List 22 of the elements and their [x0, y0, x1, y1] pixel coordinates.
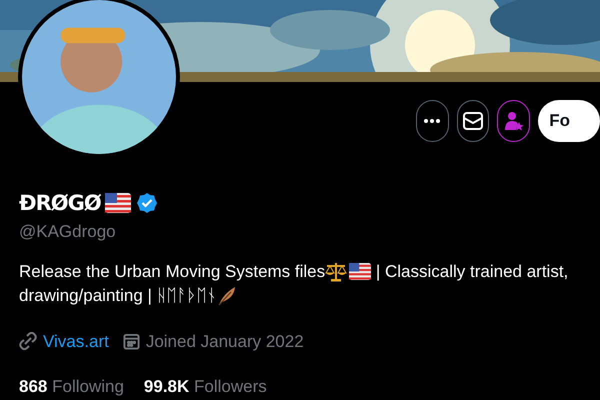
website-link[interactable]: Vivas.art [43, 328, 109, 354]
more-button[interactable] [416, 100, 449, 142]
join-date: Joined January 2022 [146, 330, 304, 352]
calendar-icon [122, 332, 140, 350]
scales-icon [325, 262, 348, 282]
bio-text: | Classically trained artist, [374, 260, 568, 283]
message-button[interactable] [456, 100, 490, 142]
stat-link[interactable]: 868 Following [19, 374, 124, 400]
more-icon [424, 119, 440, 123]
stat-link[interactable]: 99.8K Followers [144, 374, 267, 400]
us-flag-icon [349, 263, 372, 280]
envelope-icon [463, 112, 484, 130]
bio-text: Release the Urban Moving Systems files [19, 260, 326, 282]
feather-icon [216, 286, 237, 306]
subscribe-button[interactable] [497, 100, 530, 142]
handle: @KAGdrogo [19, 221, 117, 243]
us-flag-icon [104, 193, 131, 213]
person-star-icon [504, 111, 524, 131]
follow-button[interactable]: Fo [538, 100, 600, 142]
link-icon [19, 332, 37, 350]
display-name: ÐRØGØ [19, 190, 101, 216]
bio-text: drawing/painting | ᚺᛖᚨᚦᛖᚾ [19, 284, 217, 307]
